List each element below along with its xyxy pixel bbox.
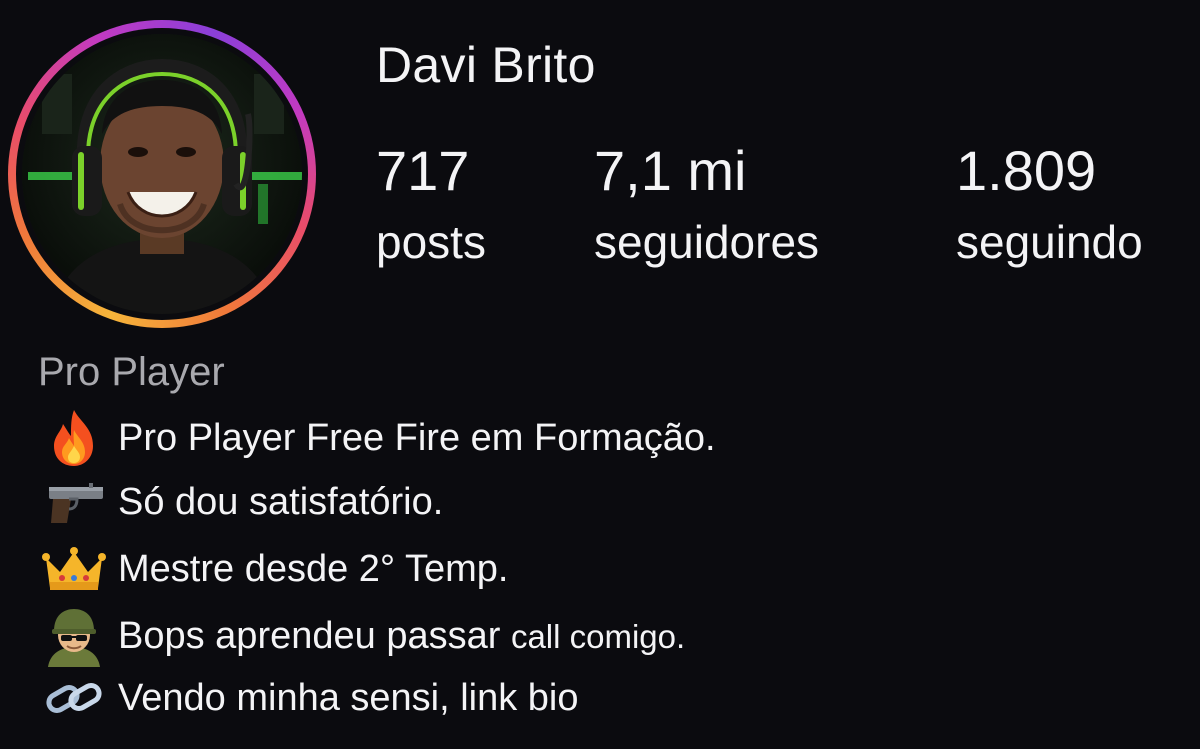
profile-username: Davi Brito	[376, 37, 596, 93]
bio-text: Só dou satisfatório.	[118, 480, 444, 523]
bio-text: Bops aprendeu passar call comigo.	[118, 615, 685, 658]
pistol-icon	[38, 470, 110, 534]
profile-category: Pro Player	[38, 350, 225, 394]
profile-photo	[22, 34, 302, 314]
avatar[interactable]	[22, 34, 302, 314]
bio-line: Pro Player Free Fire em Formação.	[38, 406, 716, 470]
bio-text: Mestre desde 2° Temp.	[118, 547, 509, 590]
following-count-value: 1.809	[956, 139, 1097, 202]
following-count-label: seguindo	[956, 216, 1143, 268]
posts-count-label: posts	[376, 216, 486, 268]
avatar-story-ring[interactable]	[8, 20, 316, 328]
following-count[interactable]: 1.809 seguindo	[956, 140, 1143, 272]
followers-count-label: seguidores	[594, 216, 820, 268]
bio-line: Só dou satisfatório.	[38, 470, 443, 534]
bio-text-main: Bops aprendeu passar	[118, 614, 501, 657]
posts-count-value: 717	[376, 139, 470, 202]
followers-count-value: 7,1 mi	[594, 139, 747, 202]
bio-line: Bops aprendeu passar call comigo.	[38, 604, 685, 668]
posts-count[interactable]: 717 posts	[376, 140, 486, 272]
bio-line: Mestre desde 2° Temp.	[38, 537, 508, 601]
link-icon	[38, 666, 110, 730]
bio-line: Vendo minha sensi, link bio	[38, 666, 579, 730]
soldier-icon	[38, 604, 110, 668]
bio-text: Pro Player Free Fire em Formação.	[118, 416, 716, 459]
bio-text-small: call comigo.	[510, 617, 686, 655]
fire-icon	[38, 406, 110, 470]
followers-count[interactable]: 7,1 mi seguidores	[594, 140, 819, 272]
crown-icon	[38, 537, 110, 601]
bio-text: Vendo minha sensi, link bio	[118, 676, 579, 719]
